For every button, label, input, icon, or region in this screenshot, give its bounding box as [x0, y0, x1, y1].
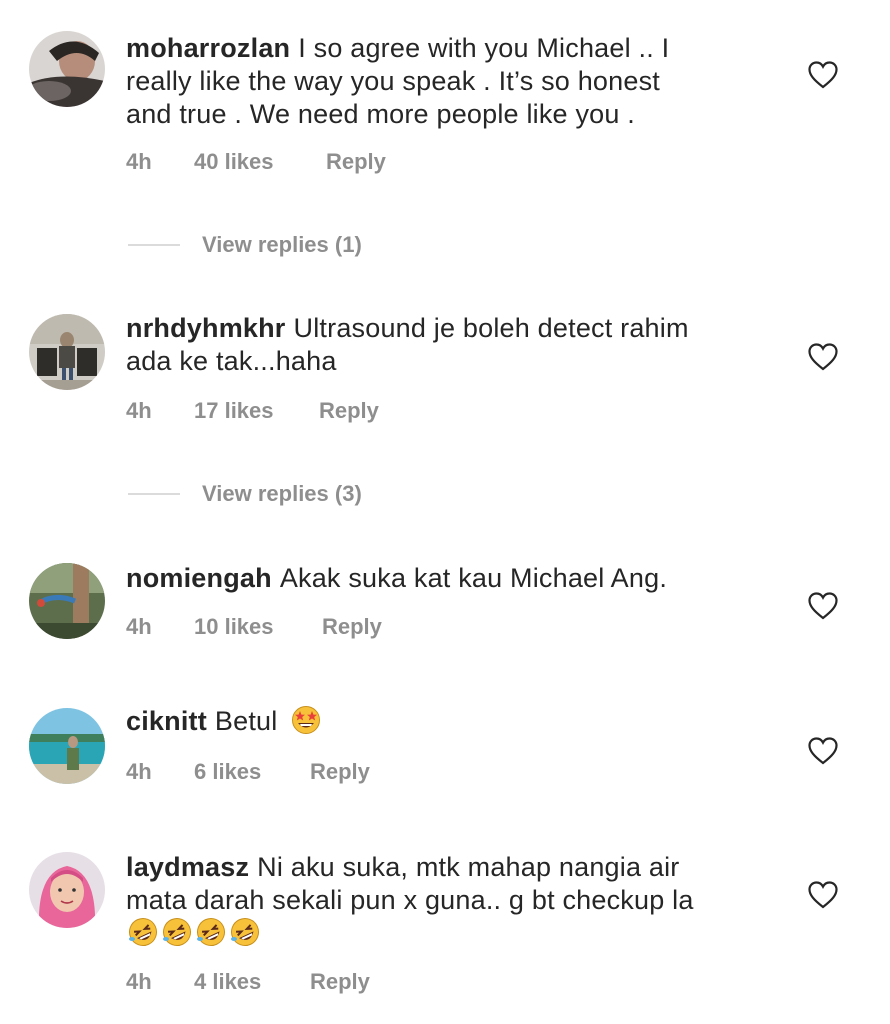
rolling-laughing-emoji: [129, 918, 157, 946]
divider-line: [128, 493, 180, 495]
comment-time: 4h: [126, 969, 152, 994]
view-replies-label: View replies (3): [202, 481, 362, 506]
comment-text: ada ke tak...haha: [126, 346, 337, 376]
rolling-laughing-emoji: [197, 918, 225, 946]
heart-outline-icon[interactable]: [808, 881, 838, 909]
avatar[interactable]: [29, 708, 105, 784]
reply-button[interactable]: Reply: [319, 398, 379, 424]
view-replies-button[interactable]: View replies (1): [128, 232, 362, 258]
reply-button[interactable]: Reply: [310, 969, 370, 995]
comment-username[interactable]: nomiengah: [126, 563, 272, 593]
view-replies-label: View replies (1): [202, 232, 362, 257]
comment-time: 4h: [126, 759, 152, 784]
comment-text: really like the way you speak . It’s so …: [126, 66, 660, 96]
likes-count[interactable]: 10 likes: [194, 614, 322, 640]
heart-outline-icon[interactable]: [808, 592, 838, 620]
comment-time: 4h: [126, 398, 152, 423]
comment-text: Ni aku suka, mtk mahap nangia air: [257, 852, 680, 882]
avatar[interactable]: [29, 31, 105, 107]
likes-count[interactable]: 40 likes: [194, 149, 326, 175]
comment-text: I so agree with you Michael .. I: [298, 33, 670, 63]
comment-body: nrhdyhmkhr Ultrasound je boleh detect rah…: [126, 312, 766, 378]
comment-text: Ultrasound je boleh detect rahim: [293, 313, 689, 343]
comment-text: Betul: [214, 706, 278, 736]
rolling-laughing-emoji: [231, 918, 259, 946]
comment-text: and true . We need more people like you …: [126, 99, 636, 129]
divider-line: [128, 244, 180, 246]
comment-body: nomiengah Akak suka kat kau Michael Ang.: [126, 562, 766, 595]
star-struck-emoji: [292, 706, 321, 734]
comment-time: 4h: [126, 614, 152, 639]
reply-button[interactable]: Reply: [310, 759, 370, 785]
comment-username[interactable]: moharrozlan: [126, 33, 290, 63]
comment-body: moharrozlan I so agree with you Michael .…: [126, 32, 766, 131]
heart-outline-icon[interactable]: [808, 61, 838, 89]
heart-outline-icon[interactable]: [808, 737, 838, 765]
comment-meta: 4h 17 likes Reply: [126, 398, 379, 424]
reply-button[interactable]: Reply: [322, 614, 382, 640]
avatar[interactable]: [29, 314, 105, 390]
rolling-laughing-emoji-group: [126, 918, 264, 948]
view-replies-button[interactable]: View replies (3): [128, 481, 362, 507]
avatar[interactable]: [29, 852, 105, 928]
comment-text: mata darah sekali pun x guna.. g bt chec…: [126, 885, 694, 915]
reply-button[interactable]: Reply: [326, 149, 386, 175]
comment-username[interactable]: ciknitt: [126, 706, 207, 736]
comment-username[interactable]: laydmasz: [126, 852, 249, 882]
comment-body: laydmasz Ni aku suka, mtk mahap nangia ai…: [126, 851, 766, 950]
comment-meta: 4h 40 likes Reply: [126, 149, 386, 175]
comment-time: 4h: [126, 149, 152, 174]
comment-username[interactable]: nrhdyhmkhr: [126, 313, 286, 343]
comment-meta: 4h 6 likes Reply: [126, 759, 370, 785]
comment-body: ciknitt Betul: [126, 705, 766, 738]
likes-count[interactable]: 17 likes: [194, 398, 319, 424]
heart-outline-icon[interactable]: [808, 343, 838, 371]
comment-meta: 4h 4 likes Reply: [126, 969, 370, 995]
avatar[interactable]: [29, 563, 105, 639]
likes-count[interactable]: 4 likes: [194, 969, 310, 995]
rolling-laughing-emoji: [163, 918, 191, 946]
likes-count[interactable]: 6 likes: [194, 759, 310, 785]
comment-text: Akak suka kat kau Michael Ang.: [279, 563, 668, 593]
comment-meta: 4h 10 likes Reply: [126, 614, 382, 640]
